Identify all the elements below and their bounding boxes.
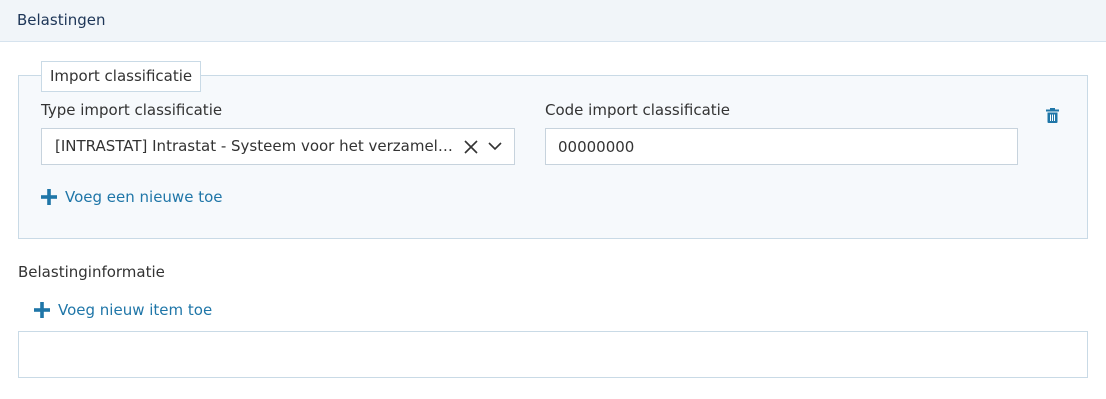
plus-icon xyxy=(41,189,57,205)
tax-info-title: Belastinginformatie xyxy=(18,263,165,281)
clear-icon[interactable] xyxy=(464,140,478,154)
plus-icon xyxy=(34,302,50,318)
code-import-label: Code import classificatie xyxy=(545,101,731,119)
add-classification-link[interactable]: Voeg een nieuwe toe xyxy=(41,188,223,206)
add-tax-item-link[interactable]: Voeg nieuw item toe xyxy=(34,301,212,319)
type-import-select-value: [INTRASTAT] Intrastat - Systeem voor het… xyxy=(55,137,460,155)
add-classification-label: Voeg een nieuwe toe xyxy=(65,188,223,206)
section-header: Belastingen xyxy=(0,0,1106,42)
trash-icon[interactable] xyxy=(1046,108,1059,123)
type-import-label: Type import classificatie xyxy=(41,101,223,119)
tax-info-list xyxy=(18,331,1088,378)
section-title: Belastingen xyxy=(17,11,106,29)
import-classification-legend: Import classificatie xyxy=(41,61,202,92)
code-import-input[interactable] xyxy=(545,128,1018,165)
type-import-select[interactable]: [INTRASTAT] Intrastat - Systeem voor het… xyxy=(41,128,515,165)
chevron-down-icon[interactable] xyxy=(488,141,502,151)
add-tax-item-label: Voeg nieuw item toe xyxy=(58,301,213,319)
